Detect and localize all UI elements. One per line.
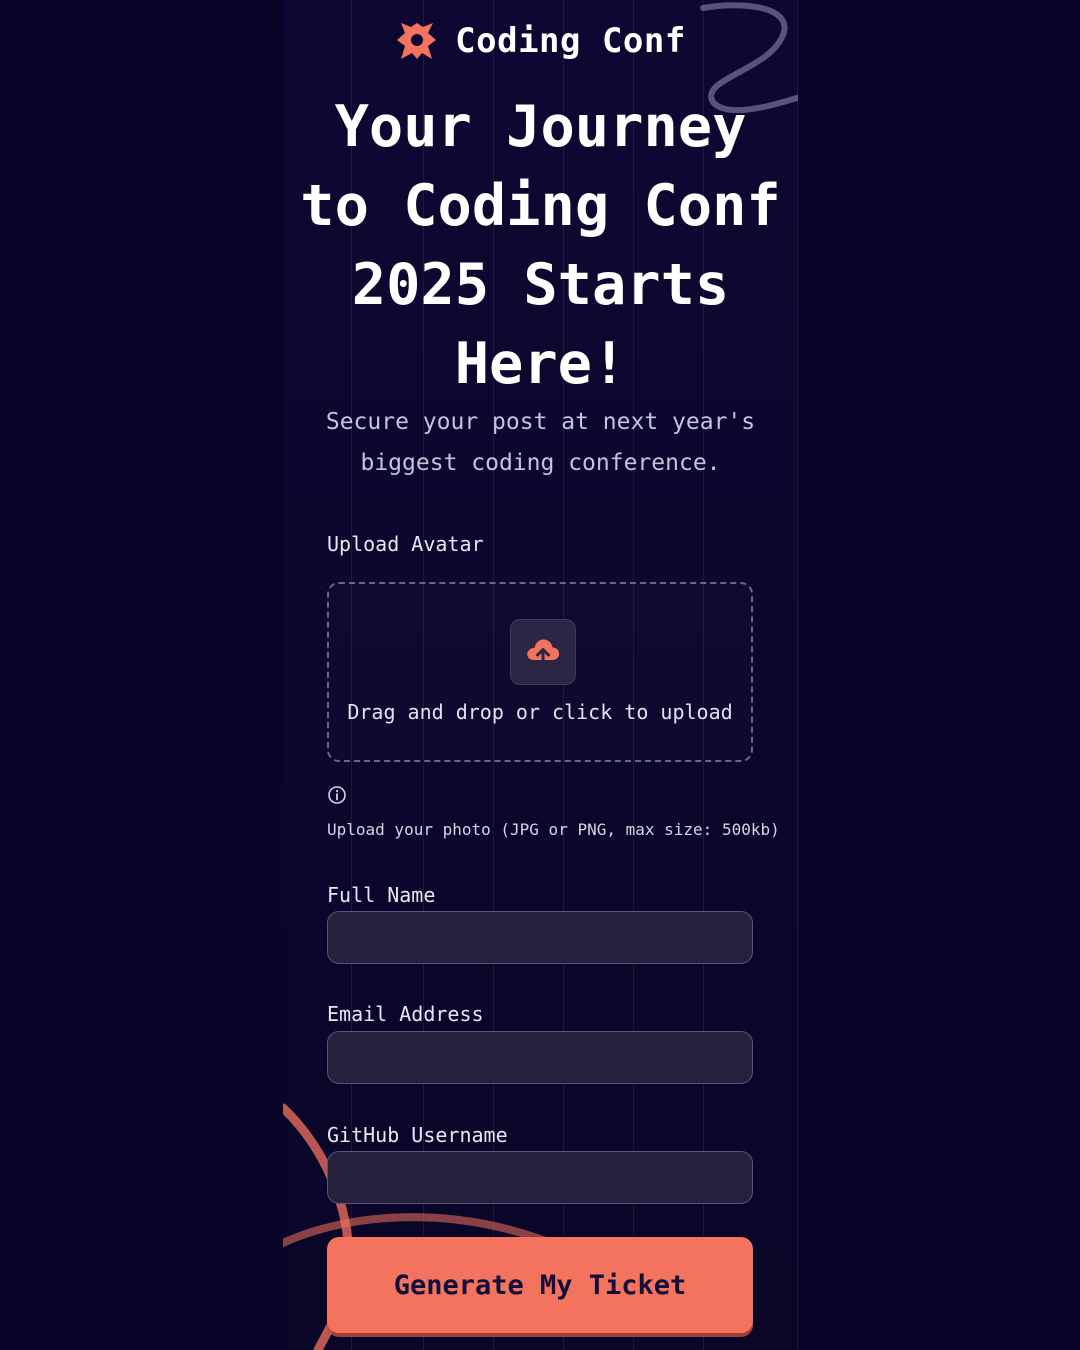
upload-avatar-label: Upload Avatar: [327, 532, 484, 556]
upload-hint: Upload your photo (JPG or PNG, max size:…: [327, 820, 780, 839]
ticket-form-screen: Coding Conf Your Journey to Coding Conf …: [283, 0, 798, 1350]
avatar-dropzone[interactable]: Drag and drop or click to upload: [327, 582, 753, 762]
page-subtitle: Secure your post at next year's biggest …: [325, 409, 756, 476]
page-headline: Your Journey to Coding Conf 2025 Starts …: [300, 94, 781, 397]
email-input[interactable]: [327, 1031, 753, 1084]
cloud-upload-icon: [527, 639, 560, 668]
github-username-label: GitHub Username: [327, 1123, 508, 1147]
generate-ticket-button[interactable]: Generate My Ticket: [327, 1237, 753, 1333]
upload-button[interactable]: [510, 619, 576, 685]
background-line: [797, 0, 798, 1350]
page-background: Coding Conf Your Journey to Coding Conf …: [0, 0, 1080, 1350]
email-label: Email Address: [327, 1002, 484, 1026]
coding-conf-logo-icon: [397, 23, 437, 59]
brand-name: Coding Conf: [455, 21, 686, 61]
info-icon: [328, 786, 346, 804]
full-name-input[interactable]: [327, 911, 753, 964]
dropzone-instructions: Drag and drop or click to upload: [347, 700, 733, 724]
github-username-input[interactable]: [327, 1151, 753, 1204]
full-name-label: Full Name: [327, 883, 436, 907]
brand-logo: Coding Conf: [283, 18, 798, 64]
